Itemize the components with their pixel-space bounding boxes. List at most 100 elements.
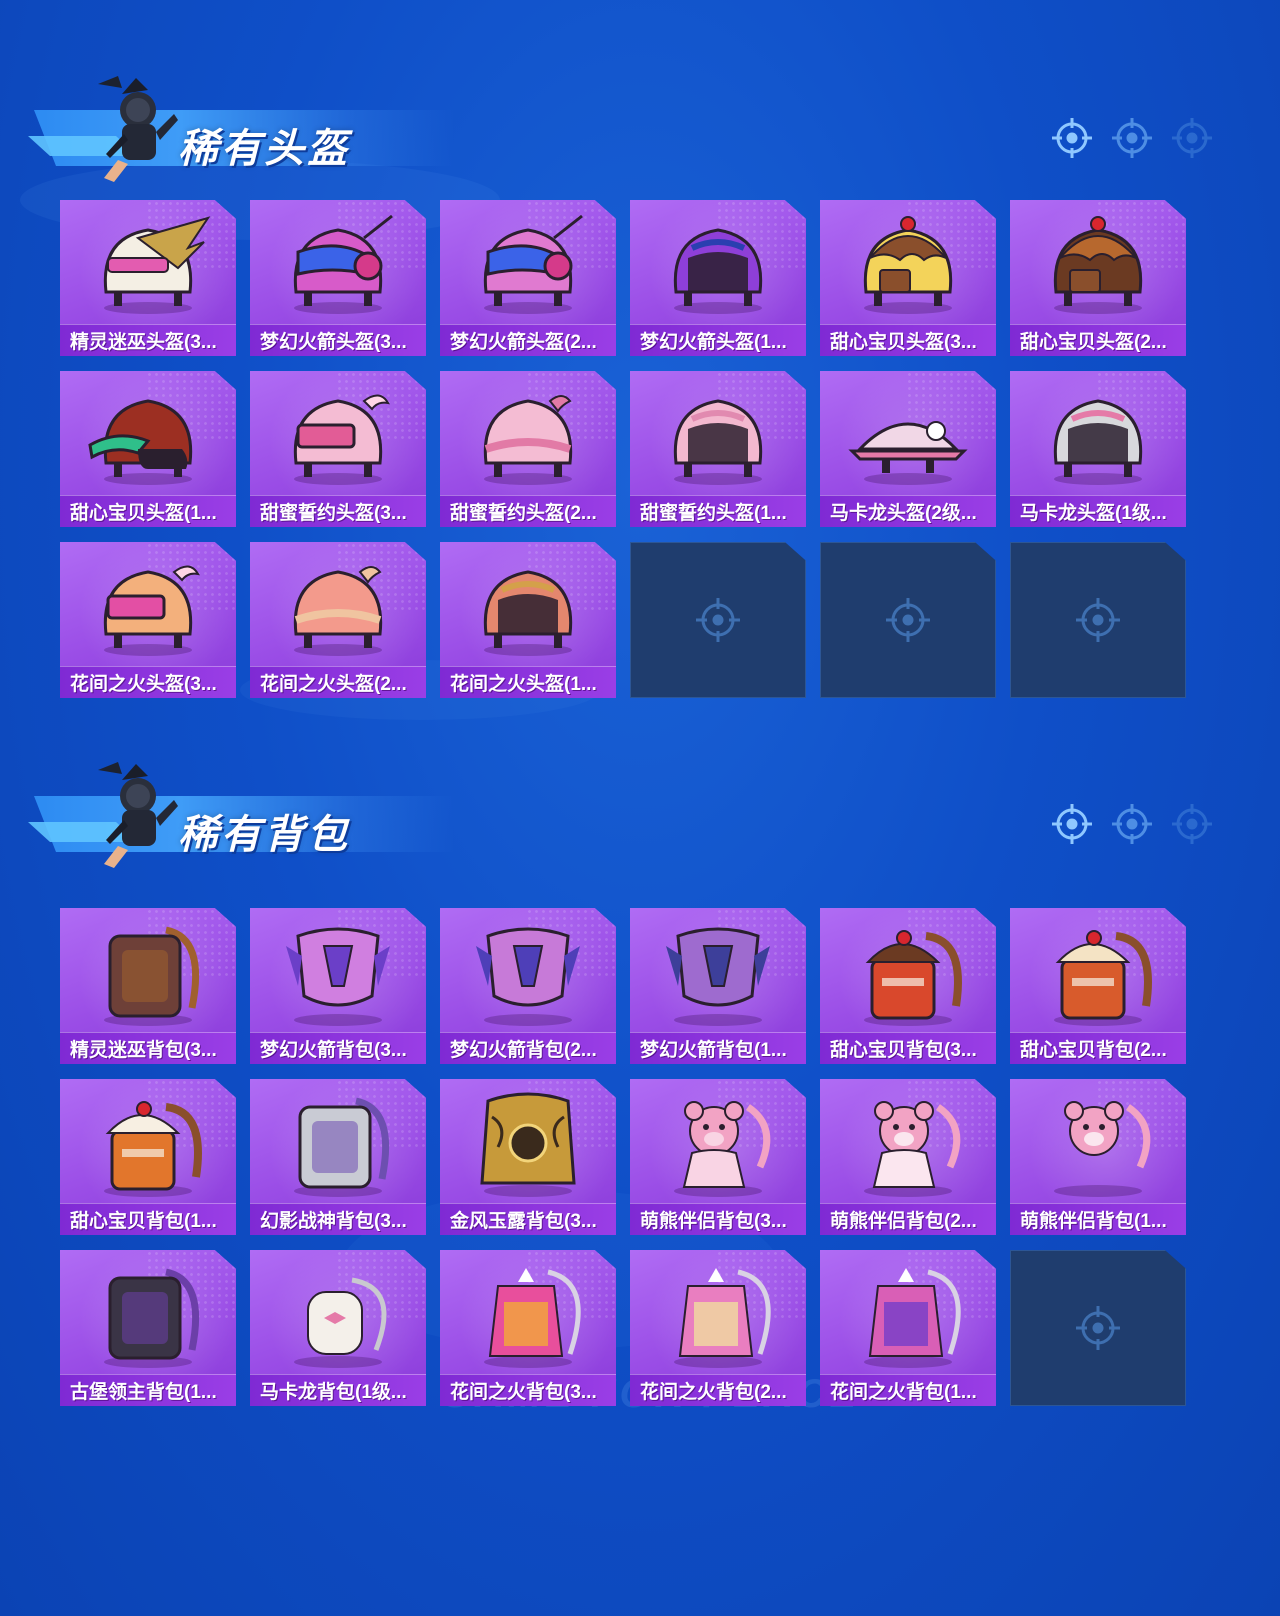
helmet-visor-icon: [293, 394, 390, 485]
crosshair-icon: [696, 598, 740, 642]
item-name: 梦幻火箭头盔(3...: [260, 332, 407, 353]
item-tile[interactable]: 精灵迷巫头盔(3...: [60, 200, 236, 356]
helmet-visor-icon: [103, 565, 200, 656]
item-name: 甜蜜誓约头盔(1...: [640, 503, 787, 524]
item-tile[interactable]: 花间之火背包(2...: [630, 1250, 806, 1406]
item-name: 甜蜜誓约头盔(2...: [450, 503, 597, 524]
item-tile[interactable]: 精灵迷巫背包(3...: [60, 908, 236, 1064]
helmet-rocket-icon: [483, 214, 583, 314]
item-tile[interactable]: 花间之火头盔(1...: [440, 542, 616, 698]
bag-bear-icon: [674, 1101, 771, 1197]
bag-floral-icon: [674, 1268, 771, 1368]
helmet-round-icon: [483, 395, 573, 485]
item-tile[interactable]: 金风玉露背包(3...: [440, 1079, 616, 1235]
item-tile[interactable]: 甜心宝贝背包(3...: [820, 908, 996, 1064]
item-tile[interactable]: 花间之火头盔(3...: [60, 542, 236, 698]
item-tile[interactable]: 古堡领主背包(1...: [60, 1250, 236, 1406]
item-tile[interactable]: 梦幻火箭头盔(3...: [250, 200, 426, 356]
item-tile[interactable]: 甜蜜誓约头盔(3...: [250, 371, 426, 527]
item-tile[interactable]: 花间之火头盔(2...: [250, 542, 426, 698]
item-tile[interactable]: 萌熊伴侣背包(2...: [820, 1079, 996, 1235]
item-label-bar: 甜蜜誓约头盔(1...: [630, 495, 806, 527]
item-tile[interactable]: 甜蜜誓约头盔(1...: [630, 371, 806, 527]
item-tile[interactable]: 甜心宝贝背包(1...: [60, 1079, 236, 1235]
item-name: 花间之火背包(3...: [450, 1382, 597, 1403]
bag-box-icon: [104, 926, 200, 1026]
item-label-bar: 花间之火头盔(1...: [440, 666, 616, 698]
item-tile[interactable]: 萌熊伴侣背包(3...: [630, 1079, 806, 1235]
empty-slot[interactable]: [1010, 1250, 1186, 1406]
item-tile[interactable]: 甜心宝贝头盔(1...: [60, 371, 236, 527]
item-name: 甜心宝贝背包(1...: [70, 1211, 217, 1232]
empty-slot[interactable]: [1010, 542, 1186, 698]
item-label-bar: 精灵迷巫头盔(3...: [60, 324, 236, 356]
item-tile[interactable]: 马卡龙头盔(1级...: [1010, 371, 1186, 527]
item-label-bar: 甜心宝贝头盔(2...: [1010, 324, 1186, 356]
item-name: 甜心宝贝背包(3...: [830, 1040, 977, 1061]
item-name: 马卡龙头盔(2级...: [830, 503, 977, 524]
item-name: 梦幻火箭头盔(1...: [640, 332, 787, 353]
item-tile[interactable]: 甜心宝贝背包(2...: [1010, 908, 1186, 1064]
item-tile[interactable]: 幻影战神背包(3...: [250, 1079, 426, 1235]
item-name: 甜心宝贝头盔(3...: [830, 332, 977, 353]
item-tile[interactable]: 梦幻火箭背包(2...: [440, 908, 616, 1064]
item-tile[interactable]: 马卡龙头盔(2级...: [820, 371, 996, 527]
item-label-bar: 甜心宝贝头盔(1...: [60, 495, 236, 527]
bag-floral-icon: [484, 1268, 581, 1368]
item-name: 萌熊伴侣背包(3...: [640, 1211, 787, 1232]
item-label-bar: 甜心宝贝背包(2...: [1010, 1032, 1186, 1064]
empty-slot[interactable]: [630, 542, 806, 698]
section-title: 稀有背包: [178, 813, 350, 857]
item-name: 马卡龙头盔(1级...: [1020, 503, 1167, 524]
item-name: 萌熊伴侣背包(2...: [830, 1211, 977, 1232]
item-label-bar: 花间之火背包(3...: [440, 1374, 616, 1406]
item-tile[interactable]: 梦幻火箭头盔(2...: [440, 200, 616, 356]
item-label-bar: 萌熊伴侣背包(2...: [820, 1203, 996, 1235]
crosshair-icon: [1076, 1306, 1120, 1350]
page: GAME FOR PEACE 稀有头盔: [0, 0, 1280, 1616]
helmet-cap-icon: [88, 399, 193, 485]
item-tile[interactable]: 花间之火背包(3...: [440, 1250, 616, 1406]
item-name: 甜心宝贝头盔(1...: [70, 503, 217, 524]
item-label-bar: 幻影战神背包(3...: [250, 1203, 426, 1235]
item-name: 萌熊伴侣背包(1...: [1020, 1211, 1167, 1232]
item-tile[interactable]: 花间之火背包(1...: [820, 1250, 996, 1406]
item-label-bar: 萌熊伴侣背包(3...: [630, 1203, 806, 1235]
item-label-bar: 花间之火背包(1...: [820, 1374, 996, 1406]
item-label-bar: 马卡龙头盔(1级...: [1010, 495, 1186, 527]
bag-cake-icon: [104, 1101, 202, 1197]
crosshair-icon: [1076, 598, 1120, 642]
item-tile[interactable]: 甜心宝贝头盔(3...: [820, 200, 996, 356]
helmet-cake-icon: [1053, 216, 1143, 314]
item-label-bar: 梦幻火箭背包(1...: [630, 1032, 806, 1064]
helmet-round-icon: [293, 566, 383, 656]
section-header: 稀有背包: [28, 760, 454, 870]
item-tile[interactable]: 梦幻火箭头盔(1...: [630, 200, 806, 356]
item-tile[interactable]: 萌熊伴侣背包(1...: [1010, 1079, 1186, 1235]
item-name: 花间之火头盔(3...: [70, 674, 217, 695]
item-tile[interactable]: 梦幻火箭背包(1...: [630, 908, 806, 1064]
mascot-icon: [98, 76, 178, 182]
item-tile[interactable]: 甜心宝贝头盔(2...: [1010, 200, 1186, 356]
bag-rocket-icon: [476, 927, 580, 1026]
bag-cake-icon: [864, 930, 962, 1026]
item-name: 甜蜜誓约头盔(3...: [260, 503, 407, 524]
item-tile[interactable]: 马卡龙背包(1级...: [250, 1250, 426, 1406]
bag-rocket-icon: [666, 927, 770, 1026]
bag-cake-icon: [1054, 930, 1152, 1026]
item-name: 梦幻火箭背包(1...: [640, 1040, 787, 1061]
item-tile[interactable]: 梦幻火箭背包(3...: [250, 908, 426, 1064]
item-label-bar: 梦幻火箭背包(3...: [250, 1032, 426, 1064]
section-header: 稀有头盔: [28, 74, 454, 184]
item-name: 甜心宝贝背包(2...: [1020, 1040, 1167, 1061]
bag-bearhead-icon: [1054, 1101, 1151, 1197]
item-name: 金风玉露背包(3...: [450, 1211, 597, 1232]
item-name: 花间之火头盔(2...: [260, 674, 407, 695]
item-label-bar: 甜蜜誓约头盔(2...: [440, 495, 616, 527]
empty-slot[interactable]: [820, 542, 996, 698]
item-label-bar: 甜蜜誓约头盔(3...: [250, 495, 426, 527]
helmet-moto-icon: [1053, 399, 1143, 485]
item-label-bar: 甜心宝贝头盔(3...: [820, 324, 996, 356]
item-label-bar: 梦幻火箭头盔(2...: [440, 324, 616, 356]
item-tile[interactable]: 甜蜜誓约头盔(2...: [440, 371, 616, 527]
